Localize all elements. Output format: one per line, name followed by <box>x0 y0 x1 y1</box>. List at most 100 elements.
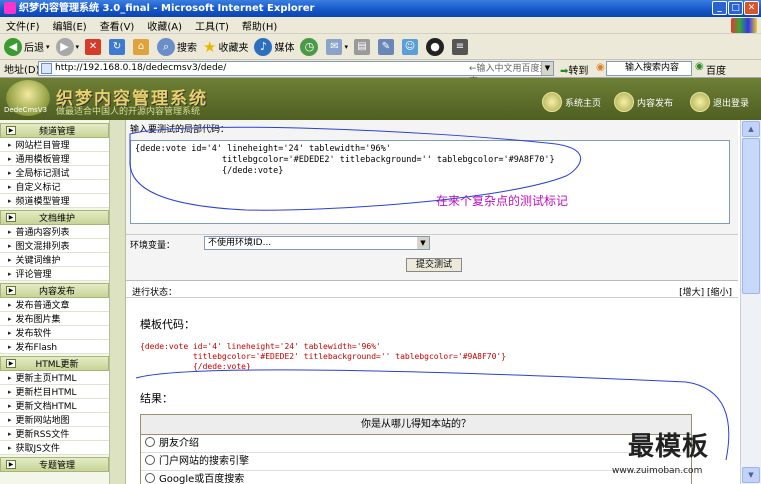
search-button[interactable]: ⌕ 搜索 <box>157 37 198 56</box>
mail-icon: ✉ <box>326 38 343 55</box>
baidu-button[interactable]: 百度 <box>706 62 726 77</box>
search-label: 搜索 <box>177 43 198 54</box>
sidebar-splitter[interactable] <box>110 120 126 484</box>
star-icon: ★ <box>203 37 217 56</box>
messenger-icon: ☺ <box>402 38 418 55</box>
back-label: 后退 <box>24 43 44 54</box>
home-button[interactable]: ⌂ <box>133 38 151 55</box>
cms-header: DedeCmsV3 织梦内容管理系统 做最适合中国人的开源内容管理系统 系统主页… <box>0 78 761 120</box>
sidebar-item[interactable]: 更新主页HTML <box>0 371 109 385</box>
back-button[interactable]: ◀ 后退 ▾ <box>4 37 50 56</box>
link-content-publish-label: 内容发布 <box>637 98 674 109</box>
close-button[interactable]: ✕ <box>744 1 759 15</box>
sidebar-item[interactable]: 评论管理 <box>0 267 109 281</box>
sidebar-item[interactable]: 普通内容列表 <box>0 225 109 239</box>
sidebar-group-channel[interactable]: ▶ 频道管理 <box>0 123 109 138</box>
menu-edit[interactable]: 编辑(E) <box>53 18 87 33</box>
window-titlebar: 织梦内容管理系统 3.0_final - Microsoft Internet … <box>0 0 761 17</box>
collapse-icon: ▶ <box>6 460 16 469</box>
sidebar-group-label: 内容发布 <box>38 287 75 297</box>
address-dropdown-icon[interactable]: ▼ <box>541 62 553 75</box>
page-icon <box>41 63 52 74</box>
media-button[interactable]: ♪ 媒体 <box>254 37 295 56</box>
sidebar-group-html[interactable]: ▶ HTML更新 <box>0 356 109 371</box>
home-icon: ⌂ <box>133 38 150 55</box>
sidebar-group-label: 专题管理 <box>38 461 75 471</box>
vertical-scrollbar[interactable]: ▲ ▼ <box>740 120 761 484</box>
ie-toolbar: ◀ 后退 ▾ ▶ ▾ ✕ ↻ ⌂ ⌕ 搜索 ★ 收藏夹 ♪ 媒体 ◷ ✉ ▾ ▤ ✎ ☺ ● … <box>0 34 761 60</box>
menu-view[interactable]: 查看(V) <box>100 18 135 33</box>
baidu-go-icon[interactable]: ◉ <box>695 61 704 72</box>
toolbar-search-input[interactable]: 输入搜索内容 <box>606 61 692 76</box>
sidebar-item[interactable]: 更新RSS文件 <box>0 427 109 441</box>
edit-icon: ✎ <box>378 38 394 55</box>
sidebar-group-docs[interactable]: ▶ 文档维护 <box>0 210 109 225</box>
back-dropdown-icon[interactable]: ▾ <box>46 43 50 51</box>
minimize-button[interactable]: _ <box>712 1 727 15</box>
scroll-down-icon[interactable]: ▼ <box>742 467 760 483</box>
menu-file[interactable]: 文件(F) <box>6 18 40 33</box>
sidebar-item[interactable]: 全局标记测试 <box>0 166 109 180</box>
sidebar-item[interactable]: 网站栏目管理 <box>0 138 109 152</box>
sidebar-group-special[interactable]: ▶ 专题管理 <box>0 457 109 472</box>
sidebar-item[interactable]: 关键词维护 <box>0 253 109 267</box>
sidebar: ▶频道管理 网站栏目管理 通用模板管理 全局标记测试 自定义标记 频道模型管理 … <box>0 120 110 484</box>
logout-icon <box>690 92 710 112</box>
sidebar-group-label: 文档维护 <box>38 214 75 224</box>
address-label: 地址(D) <box>4 65 40 76</box>
go-label: 转到 <box>568 66 589 77</box>
watermark: 最模板 <box>628 432 710 462</box>
mail-button[interactable]: ✉ ▾ <box>326 38 348 55</box>
tool-icon: ≡ <box>452 38 468 55</box>
qq-penguin-icon: ● <box>426 37 444 56</box>
sidebar-item[interactable]: 获取JS文件 <box>0 441 109 455</box>
scroll-up-icon[interactable]: ▲ <box>742 121 760 137</box>
go-button[interactable]: ➡转到 <box>560 62 588 77</box>
collapse-icon: ▶ <box>6 126 16 135</box>
qq-button[interactable]: ● <box>426 37 446 56</box>
sidebar-item[interactable]: 自定义标记 <box>0 180 109 194</box>
sidebar-item[interactable]: 更新网站地图 <box>0 413 109 427</box>
address-input[interactable]: http://192.168.0.18/dedecmsv3/dede/ ←输入中… <box>38 61 554 87</box>
edit-button[interactable]: ✎ <box>378 38 396 55</box>
sidebar-item[interactable]: 更新文档HTML <box>0 399 109 413</box>
media-label: 媒体 <box>274 43 295 54</box>
system-slogan: 做最适合中国人的开源内容管理系统 <box>56 107 201 117</box>
search-engine-icon[interactable]: ◉ <box>596 62 605 73</box>
link-logout[interactable]: 退出登录 <box>690 92 749 112</box>
sidebar-item[interactable]: 发布普通文章 <box>0 298 109 312</box>
refresh-button[interactable]: ↻ <box>109 38 127 55</box>
sidebar-item[interactable]: 图文混排列表 <box>0 239 109 253</box>
address-url: http://192.168.0.18/dedecmsv3/dede/ <box>55 63 227 73</box>
menu-favorites[interactable]: 收藏(A) <box>147 18 182 33</box>
link-content-publish[interactable]: 内容发布 <box>614 92 673 112</box>
forward-button[interactable]: ▶ ▾ <box>55 37 80 56</box>
menu-help[interactable]: 帮助(H) <box>242 18 277 33</box>
sidebar-item[interactable]: 发布图片集 <box>0 312 109 326</box>
favorites-label: 收藏夹 <box>218 43 249 54</box>
print-icon: ▤ <box>354 38 370 55</box>
stop-button[interactable]: ✕ <box>85 38 103 55</box>
tool-button[interactable]: ≡ <box>452 38 470 55</box>
scroll-thumb[interactable] <box>742 138 760 294</box>
collapse-icon: ▶ <box>6 213 16 222</box>
back-arrow-icon: ◀ <box>4 37 22 56</box>
history-button[interactable]: ◷ <box>300 37 320 56</box>
link-system-home[interactable]: 系统主页 <box>542 92 601 112</box>
print-button[interactable]: ▤ <box>354 38 372 55</box>
favorites-button[interactable]: ★ 收藏夹 <box>203 38 248 56</box>
menu-tools[interactable]: 工具(T) <box>195 18 229 33</box>
sidebar-group-publish[interactable]: ▶ 内容发布 <box>0 283 109 298</box>
sidebar-item[interactable]: 发布软件 <box>0 326 109 340</box>
forward-dropdown-icon[interactable]: ▾ <box>76 43 80 51</box>
sidebar-item[interactable]: 通用模板管理 <box>0 152 109 166</box>
maximize-button[interactable]: □ <box>728 1 743 15</box>
ie-page-icon <box>4 2 16 14</box>
messenger-button[interactable]: ☺ <box>402 38 420 55</box>
sidebar-item[interactable]: 频道模型管理 <box>0 194 109 208</box>
link-logout-label: 退出登录 <box>713 98 750 109</box>
sidebar-item[interactable]: 更新栏目HTML <box>0 385 109 399</box>
mail-dropdown-icon[interactable]: ▾ <box>344 43 348 51</box>
sidebar-item[interactable]: 发布Flash <box>0 340 109 354</box>
logo-text: DedeCmsV3 <box>4 106 48 114</box>
